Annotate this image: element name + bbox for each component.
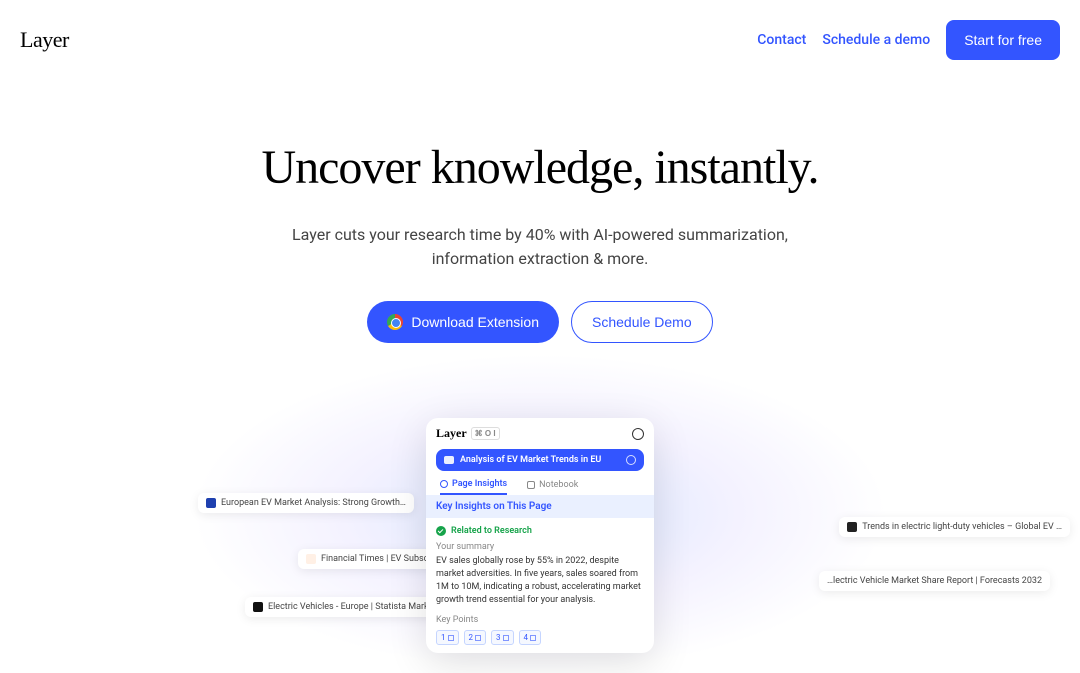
source-chip: European EV Market Analysis: Strong Grow… (198, 493, 414, 513)
keypoint-chip[interactable]: 4 (519, 630, 542, 645)
favicon-icon (847, 522, 857, 532)
favicon-icon (206, 498, 216, 508)
refresh-icon[interactable] (626, 455, 636, 465)
chrome-icon (387, 314, 403, 330)
contact-link[interactable]: Contact (757, 32, 806, 48)
search-text: Analysis of EV Market Trends in EU (460, 455, 601, 465)
nav: Contact Schedule a demo Start for free (757, 20, 1060, 60)
kp-num: 4 (524, 633, 529, 642)
extension-panel: Layer ⌘ O I Analysis of EV Market Trends… (426, 418, 654, 653)
user-icon[interactable] (632, 428, 644, 440)
tab-notebook[interactable]: Notebook (527, 479, 578, 495)
keypoints-row: 1 2 3 4 (436, 630, 644, 645)
source-chip: …lectric Vehicle Market Share Report | F… (819, 571, 1050, 591)
download-label: Download Extension (411, 314, 539, 330)
chip-label: European EV Market Analysis: Strong Grow… (221, 498, 406, 508)
download-extension-button[interactable]: Download Extension (367, 301, 559, 343)
chip-label: …lectric Vehicle Market Share Report | F… (827, 576, 1042, 586)
logo[interactable]: Layer (20, 27, 69, 53)
summary-label: Your summary (436, 542, 644, 552)
schedule-demo-link[interactable]: Schedule a demo (822, 32, 930, 48)
summary-text: EV sales globally rose by 55% in 2022, d… (436, 555, 644, 607)
panel-logo-text: Layer (436, 426, 467, 441)
kp-num: 3 (496, 633, 501, 642)
hero-subtitle: Layer cuts your research time by 40% wit… (290, 223, 790, 271)
kp-num: 2 (469, 633, 474, 642)
tab-page-insights[interactable]: Page Insights (440, 479, 507, 495)
showcase: European EV Market Analysis: Strong Grow… (190, 353, 890, 673)
tabs: Page Insights Notebook (426, 479, 654, 495)
favicon-icon (253, 602, 263, 612)
binoculars-icon (444, 456, 454, 464)
kp-num: 1 (441, 633, 446, 642)
key-insights-heading: Key Insights on This Page (426, 495, 654, 518)
source-chip: Trends in electric light-duty vehicles –… (839, 517, 1070, 537)
search-bar[interactable]: Analysis of EV Market Trends in EU (436, 449, 644, 471)
tab-label: Page Insights (452, 479, 507, 489)
keypoint-chip[interactable]: 1 (436, 630, 459, 645)
panel-header: Layer ⌘ O I (426, 418, 654, 449)
tab-label: Notebook (539, 480, 578, 490)
hero-section: Uncover knowledge, instantly. Layer cuts… (0, 140, 1080, 343)
hero-buttons: Download Extension Schedule Demo (0, 301, 1080, 343)
check-icon (436, 526, 446, 536)
doc-icon (475, 635, 481, 641)
keypoints-label: Key Points (436, 615, 644, 625)
hero-title: Uncover knowledge, instantly. (0, 140, 1080, 195)
header: Layer Contact Schedule a demo Start for … (0, 0, 1080, 80)
doc-icon (503, 635, 509, 641)
insights-icon (440, 480, 448, 488)
related-badge: Related to Research (436, 526, 644, 536)
doc-icon (530, 635, 536, 641)
start-free-button[interactable]: Start for free (946, 20, 1060, 60)
related-label: Related to Research (451, 526, 532, 536)
chip-label: Trends in electric light-duty vehicles –… (862, 522, 1062, 532)
keypoint-chip[interactable]: 2 (464, 630, 487, 645)
panel-logo: Layer ⌘ O I (436, 426, 500, 441)
keypoint-chip[interactable]: 3 (491, 630, 514, 645)
schedule-demo-button[interactable]: Schedule Demo (571, 301, 713, 343)
favicon-icon (306, 554, 316, 564)
panel-content: Related to Research Your summary EV sale… (426, 518, 654, 653)
notebook-icon (527, 481, 535, 489)
shortcut-badge: ⌘ O I (471, 427, 500, 440)
doc-icon (448, 635, 454, 641)
